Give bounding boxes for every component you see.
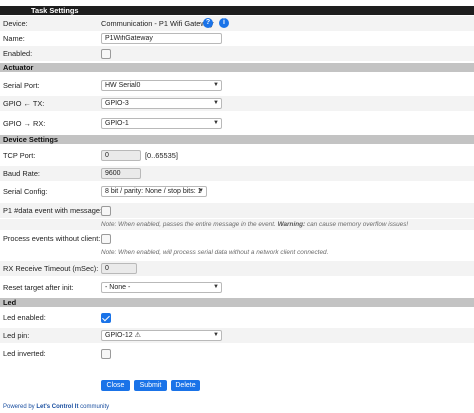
enabled-row: Enabled: (0, 46, 474, 61)
tcp-port-range: [0..65535] (145, 151, 178, 160)
tcp-port-row: TCP Port: [0..65535] (0, 148, 474, 163)
gpio-tx-label: GPIO ← TX: (3, 99, 45, 108)
footer-brand-link[interactable]: Let's Control It (36, 404, 78, 410)
chevron-down-icon: ▼ (213, 332, 219, 338)
footer-suffix: community (80, 404, 110, 410)
reset-target-label: Reset target after init: (3, 283, 74, 292)
name-input[interactable] (101, 33, 222, 44)
gpio-tx-select[interactable]: GPIO-3 ▼ (101, 98, 222, 109)
submit-button[interactable]: Submit (134, 380, 167, 391)
tcp-port-label: TCP Port: (3, 151, 36, 160)
process-events-label: Process events without client: (3, 234, 101, 243)
led-pin-label: Led pin: (3, 331, 30, 340)
rx-timeout-input[interactable] (101, 263, 137, 274)
serial-config-value: 8 bit / parity: None / stop bits: 1 (105, 188, 202, 195)
serial-config-row: Serial Config: 8 bit / parity: None / st… (0, 184, 474, 199)
info-icon[interactable]: i (219, 18, 229, 28)
reset-target-row: Reset target after init: - None - ▼ (0, 280, 474, 295)
tcp-port-input[interactable] (101, 150, 141, 161)
task-settings-title: Task Settings (31, 6, 79, 15)
process-events-note: Note: When enabled, will process serial … (101, 249, 329, 256)
gpio-rx-row: GPIO → RX: GPIO-1 ▼ (0, 116, 474, 131)
chevron-down-icon: ▼ (213, 120, 219, 126)
led-inverted-row: Led inverted: (0, 346, 474, 361)
led-inverted-label: Led inverted: (3, 349, 46, 358)
gpio-rx-label: GPIO → RX: (3, 119, 46, 128)
baud-rate-input[interactable] (101, 168, 141, 179)
p1-data-note-row: Note: When enabled, passes the entire me… (0, 219, 474, 230)
device-settings-section-header: Device Settings (0, 135, 474, 144)
serial-port-select[interactable]: HW Serial0 ▼ (101, 80, 222, 91)
actuator-section-header: Actuator (0, 63, 474, 72)
gpio-rx-select[interactable]: GPIO-1 ▼ (101, 118, 222, 129)
reset-target-select[interactable]: - None - ▼ (101, 282, 222, 293)
led-pin-value: GPIO-12 ⚠ (105, 332, 141, 339)
reset-target-value: - None - (105, 284, 131, 291)
serial-port-label: Serial Port: (3, 81, 40, 90)
rx-timeout-row: RX Receive Timeout (mSec): (0, 261, 474, 276)
warning-label: Warning: (277, 221, 306, 228)
serial-config-select[interactable]: 8 bit / parity: None / stop bits: 1 ▼ (101, 186, 207, 197)
led-pin-row: Led pin: GPIO-12 ⚠ ▼ (0, 328, 474, 343)
chevron-down-icon: ▼ (198, 188, 204, 194)
p1-data-note: Note: When enabled, passes the entire me… (101, 221, 409, 228)
process-events-row: Process events without client: (0, 231, 474, 246)
led-section-header: Led (0, 298, 474, 307)
device-settings-section-title: Device Settings (3, 135, 59, 144)
question-icon[interactable]: ? (203, 18, 213, 28)
led-enabled-checkbox[interactable] (101, 313, 111, 323)
serial-port-value: HW Serial0 (105, 82, 141, 89)
delete-button[interactable]: Delete (171, 380, 200, 391)
device-value: Communication - P1 Wifi Gateway (101, 19, 214, 28)
serial-config-label: Serial Config: (3, 187, 48, 196)
gpio-tx-row: GPIO ← TX: GPIO-3 ▼ (0, 96, 474, 111)
rx-timeout-label: RX Receive Timeout (mSec): (3, 264, 99, 273)
led-inverted-checkbox[interactable] (101, 349, 111, 359)
chevron-down-icon: ▼ (213, 100, 219, 106)
led-pin-select[interactable]: GPIO-12 ⚠ ▼ (101, 330, 222, 341)
baud-rate-label: Baud Rate: (3, 169, 40, 178)
device-label: Device: (3, 19, 28, 28)
enabled-checkbox[interactable] (101, 49, 111, 59)
name-label: Name: (3, 34, 25, 43)
close-button[interactable]: Close (101, 380, 130, 391)
process-events-checkbox[interactable] (101, 234, 111, 244)
gpio-rx-value: GPIO-1 (105, 120, 129, 127)
process-events-note-row: Note: When enabled, will process serial … (0, 247, 474, 258)
gpio-tx-value: GPIO-3 (105, 100, 129, 107)
device-row: Device: Communication - P1 Wifi Gateway … (0, 16, 474, 31)
chevron-down-icon: ▼ (213, 284, 219, 290)
chevron-down-icon: ▼ (213, 82, 219, 88)
p1-data-row: P1 #data event with message: (0, 203, 474, 218)
actuator-section-title: Actuator (3, 63, 34, 72)
enabled-label: Enabled: (3, 49, 33, 58)
p1-data-label: P1 #data event with message: (3, 206, 103, 215)
name-row: Name: (0, 31, 474, 46)
led-section-title: Led (3, 298, 17, 307)
led-enabled-label: Led enabled: (3, 313, 46, 322)
p1-data-checkbox[interactable] (101, 206, 111, 216)
baud-rate-row: Baud Rate: (0, 166, 474, 181)
serial-port-row: Serial Port: HW Serial0 ▼ (0, 78, 474, 93)
footer: Powered by Let's Control It community (3, 404, 109, 410)
task-settings-header: Task Settings (0, 6, 474, 15)
led-enabled-row: Led enabled: (0, 310, 474, 325)
footer-prefix: Powered by (3, 404, 35, 410)
